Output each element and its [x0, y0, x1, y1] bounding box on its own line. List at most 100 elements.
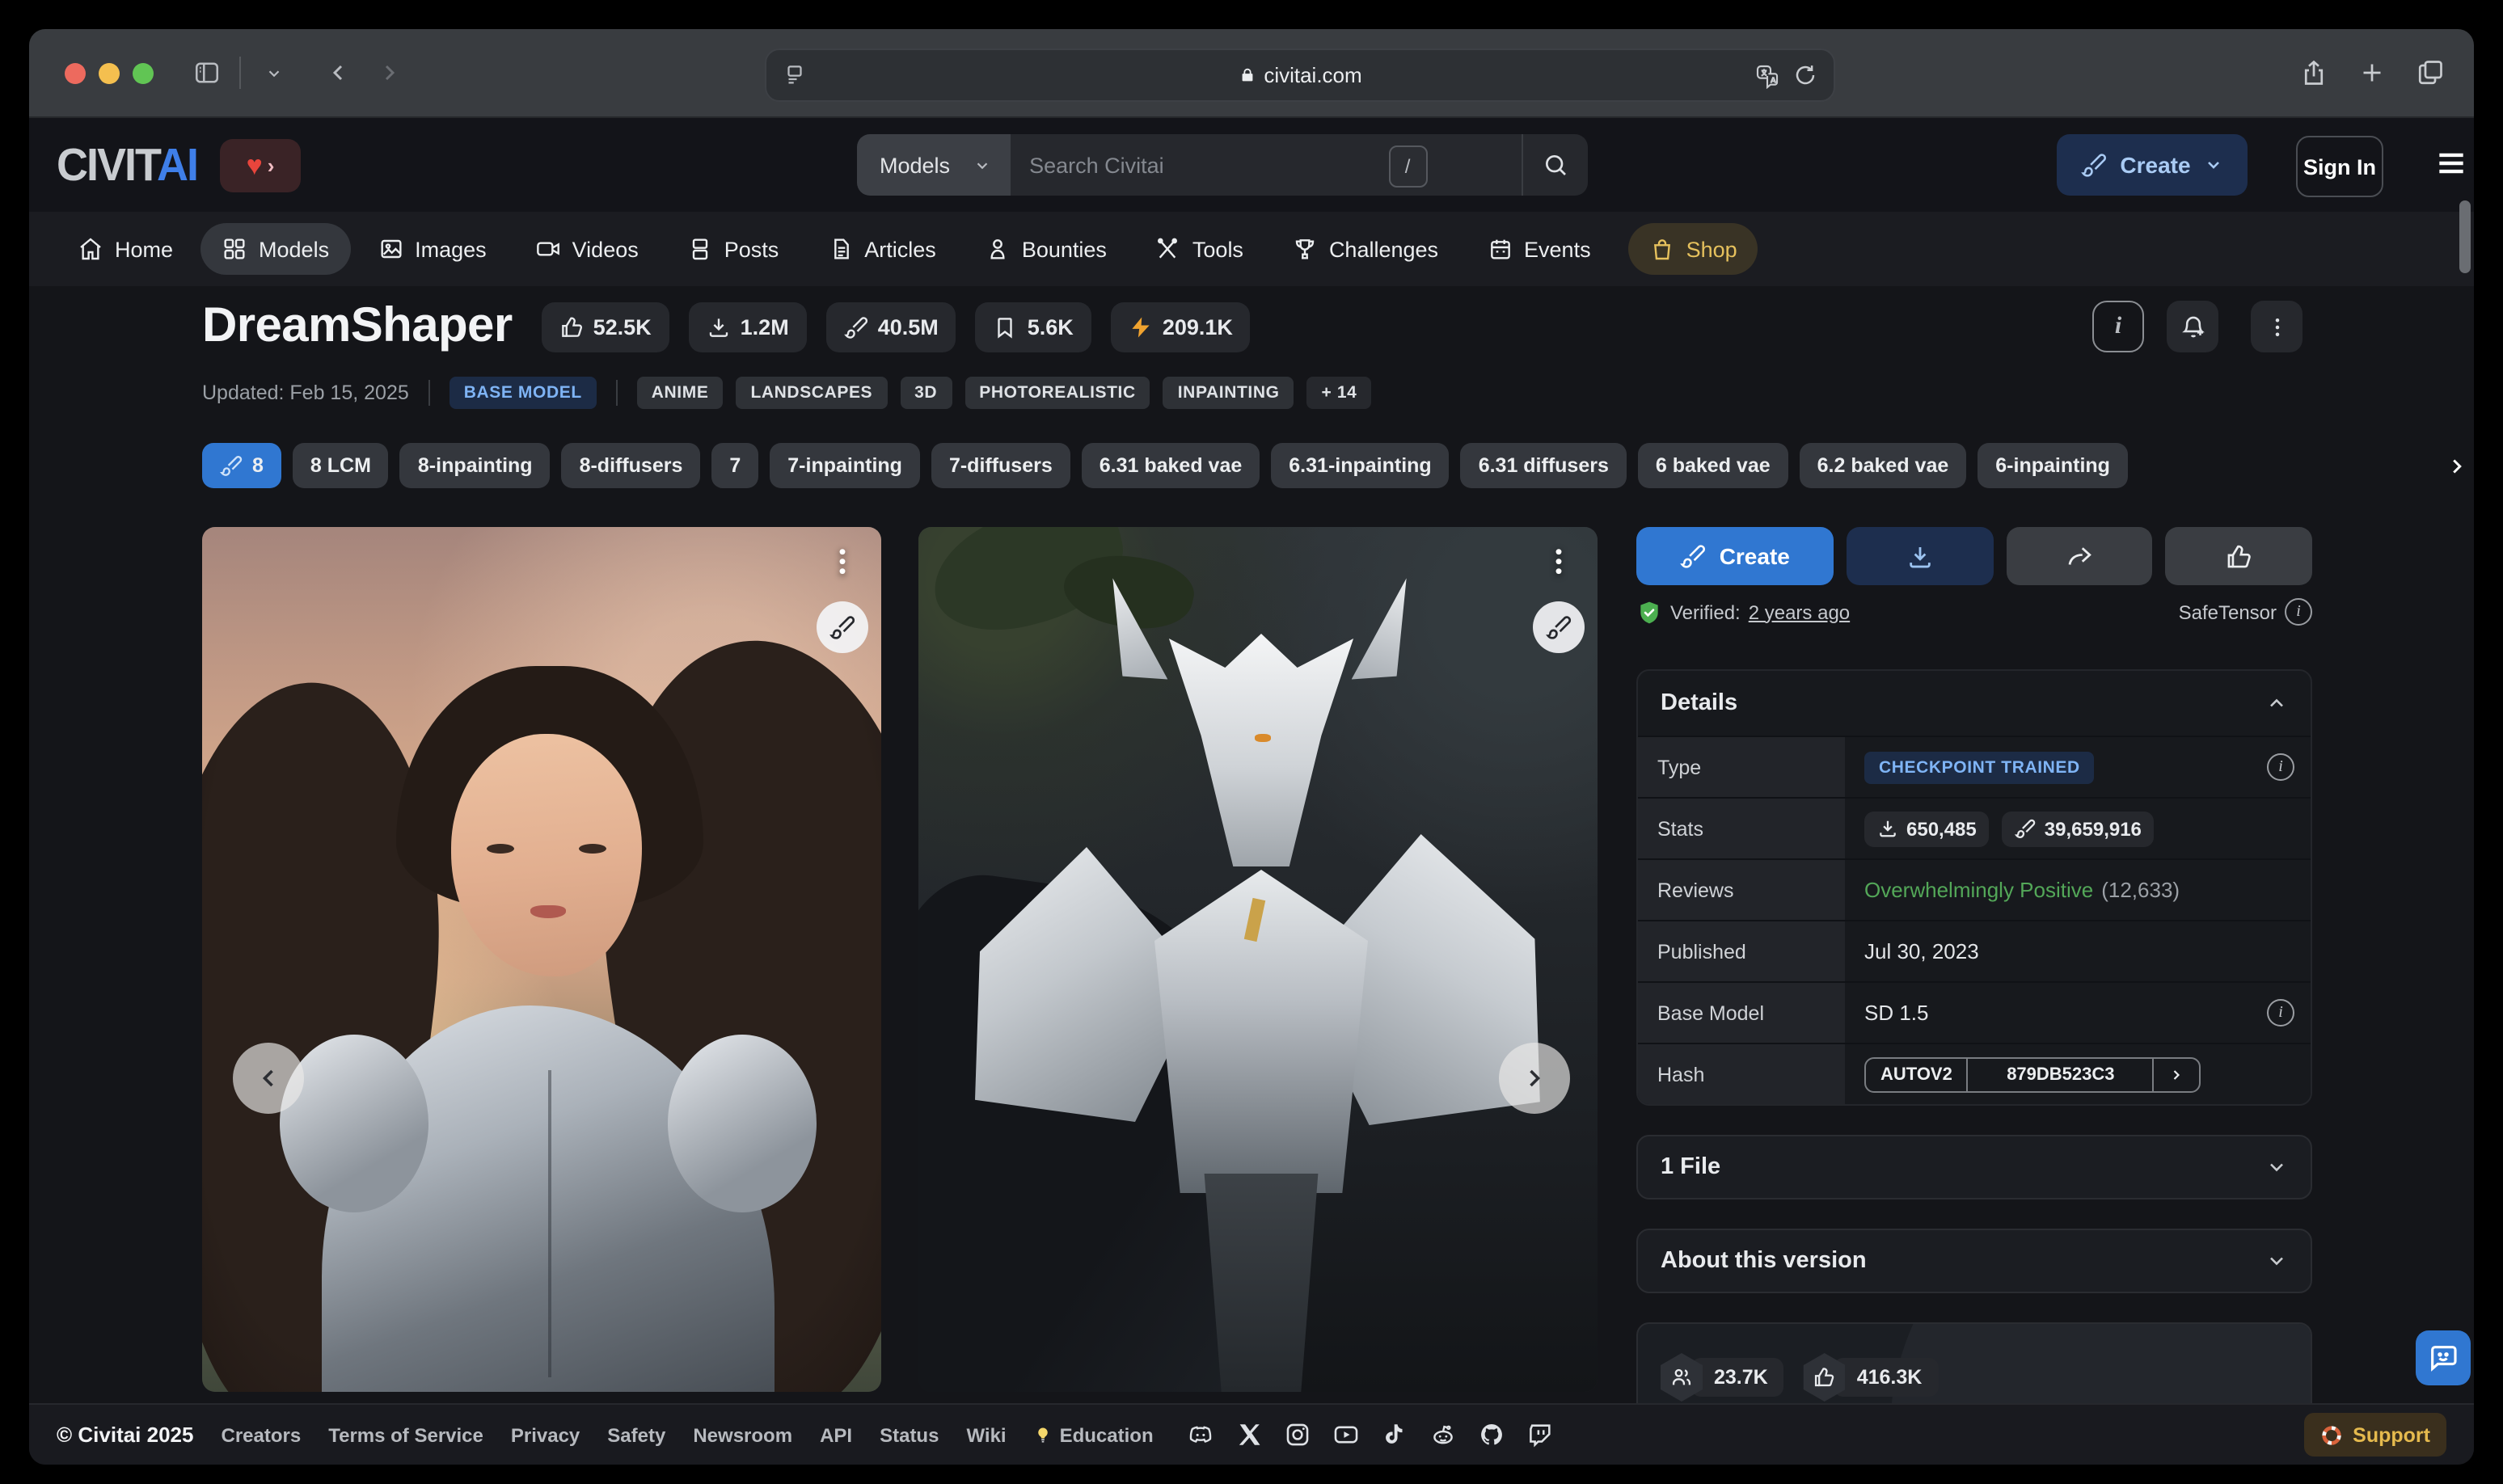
address-bar[interactable]: civitai.com — [765, 48, 1835, 102]
download-model-button[interactable] — [1847, 527, 1994, 585]
reviews-rating-link[interactable]: Overwhelmingly Positive — [1864, 878, 2093, 902]
version-tab[interactable]: 7-inpainting — [770, 443, 920, 488]
discord-icon[interactable] — [1188, 1421, 1215, 1448]
tiktok-icon[interactable] — [1382, 1421, 1409, 1448]
footer-link-privacy[interactable]: Privacy — [511, 1423, 580, 1446]
version-tab[interactable]: 6.31 baked vae — [1082, 443, 1260, 488]
footer-link-safety[interactable]: Safety — [607, 1423, 665, 1446]
version-tab-active[interactable]: 8 — [202, 443, 281, 488]
search-category-select[interactable]: Models — [857, 134, 1010, 196]
nav-item-tools[interactable]: Tools — [1134, 223, 1264, 275]
footer-link-terms[interactable]: Terms of Service — [328, 1423, 483, 1446]
version-tab[interactable]: 6.31 diffusers — [1461, 443, 1627, 488]
footer-link-api[interactable]: API — [820, 1423, 852, 1446]
type-info-icon[interactable]: i — [2267, 753, 2294, 781]
search-button[interactable] — [1521, 134, 1587, 196]
sidebar-toggle-icon[interactable] — [183, 48, 231, 97]
supporter-badge-button[interactable]: ♥ › — [220, 138, 301, 192]
zoom-window-button[interactable] — [133, 62, 154, 83]
forward-button[interactable] — [365, 48, 414, 97]
header-create-button[interactable]: Create — [2057, 134, 2248, 196]
hash-expand-button[interactable] — [2153, 1058, 2200, 1090]
carousel-next-button[interactable] — [1499, 1043, 1570, 1114]
github-icon[interactable] — [1479, 1421, 1506, 1448]
sign-in-button[interactable]: Sign In — [2296, 136, 2383, 197]
close-window-button[interactable] — [65, 62, 86, 83]
remix-image-button[interactable] — [817, 601, 868, 653]
version-tab[interactable]: 6 baked vae — [1638, 443, 1788, 488]
version-tab[interactable]: 7-diffusers — [931, 443, 1070, 488]
base-model-info-icon[interactable]: i — [2267, 999, 2294, 1027]
nav-item-events[interactable]: Events — [1466, 223, 1612, 275]
civitai-logo[interactable]: CIVITAI — [57, 138, 197, 191]
nav-item-challenges[interactable]: Challenges — [1271, 223, 1459, 275]
tag-anime[interactable]: ANIME — [637, 377, 724, 409]
version-tabs-scroll-next[interactable] — [2400, 443, 2474, 488]
about-version-section[interactable]: About this version — [1636, 1229, 2312, 1293]
generations-stat[interactable]: 40.5M — [826, 301, 956, 352]
footer-link-status[interactable]: Status — [880, 1423, 939, 1446]
image-menu-button[interactable] — [1546, 543, 1572, 582]
tag-landscapes[interactable]: LANDSCAPES — [736, 377, 887, 409]
image-menu-button[interactable] — [829, 543, 855, 582]
nav-item-bounties[interactable]: Bounties — [964, 223, 1128, 275]
nav-item-models[interactable]: Models — [200, 223, 350, 275]
model-menu-button[interactable] — [2251, 301, 2303, 352]
x-icon[interactable] — [1236, 1421, 1264, 1448]
like-model-button[interactable] — [2166, 527, 2312, 585]
version-tab[interactable]: 8-diffusers — [562, 443, 701, 488]
search-input[interactable] — [1010, 134, 1521, 196]
remix-image-button[interactable] — [1533, 601, 1585, 653]
youtube-icon[interactable] — [1333, 1421, 1361, 1448]
back-button[interactable] — [314, 48, 362, 97]
details-header[interactable]: Details — [1638, 671, 2311, 736]
nav-item-posts[interactable]: Posts — [666, 223, 800, 275]
format-info-icon[interactable]: i — [2285, 598, 2312, 626]
files-section[interactable]: 1 File — [1636, 1135, 2312, 1199]
version-tab[interactable]: 8 LCM — [293, 443, 389, 488]
instagram-icon[interactable] — [1285, 1421, 1312, 1448]
version-tab[interactable]: 6-inpainting — [1977, 443, 2128, 488]
tag-base-model[interactable]: BASE MODEL — [450, 377, 597, 409]
new-tab-icon[interactable] — [2357, 58, 2387, 87]
chat-button[interactable] — [2416, 1330, 2471, 1385]
support-button[interactable]: Support — [2304, 1413, 2446, 1457]
model-info-button[interactable]: i — [2092, 301, 2144, 352]
footer-link-education[interactable]: Education — [1034, 1423, 1154, 1446]
likes-stat[interactable]: 52.5K — [542, 301, 669, 352]
hash-type[interactable]: AUTOV2 — [1866, 1058, 1967, 1090]
hash-control[interactable]: AUTOV2 879DB523C3 — [1864, 1056, 2201, 1092]
notify-button[interactable] — [2167, 301, 2218, 352]
create-with-model-button[interactable]: Create — [1636, 527, 1834, 585]
downloads-stat[interactable]: 1.2M — [689, 301, 807, 352]
version-tab[interactable]: 7 — [711, 443, 758, 488]
twitch-icon[interactable] — [1527, 1421, 1555, 1448]
version-tab[interactable]: 8-inpainting — [400, 443, 551, 488]
menu-button[interactable] — [2433, 145, 2469, 181]
scrollbar-thumb[interactable] — [2459, 200, 2471, 273]
tag-inpainting[interactable]: INPAINTING — [1163, 377, 1294, 409]
nav-item-shop[interactable]: Shop — [1628, 223, 1758, 275]
tab-overview-icon[interactable] — [2416, 58, 2445, 87]
version-tab[interactable]: 6.2 baked vae — [1800, 443, 1967, 488]
version-tab[interactable]: 6.31-inpainting — [1271, 443, 1449, 488]
share-page-icon[interactable] — [2299, 58, 2328, 87]
verified-time-link[interactable]: 2 years ago — [1749, 601, 1850, 623]
footer-link-creators[interactable]: Creators — [222, 1423, 302, 1446]
hash-value[interactable]: 879DB523C3 — [1967, 1058, 2153, 1090]
reddit-icon[interactable] — [1430, 1421, 1458, 1448]
minimize-window-button[interactable] — [99, 62, 120, 83]
bookmarks-stat[interactable]: 5.6K — [976, 301, 1091, 352]
nav-item-videos[interactable]: Videos — [514, 223, 660, 275]
nav-item-images[interactable]: Images — [357, 223, 508, 275]
nav-item-home[interactable]: Home — [57, 223, 194, 275]
more-tags-button[interactable]: + 14 — [1307, 377, 1372, 409]
tag-photorealistic[interactable]: PHOTOREALISTIC — [964, 377, 1150, 409]
gallery-image-mecha[interactable] — [918, 527, 1598, 1392]
tag-3d[interactable]: 3D — [900, 377, 952, 409]
nav-item-articles[interactable]: Articles — [806, 223, 957, 275]
footer-link-newsroom[interactable]: Newsroom — [693, 1423, 792, 1446]
share-model-button[interactable] — [2007, 527, 2153, 585]
footer-link-wiki[interactable]: Wiki — [966, 1423, 1006, 1446]
tab-group-chevron-icon[interactable] — [249, 48, 298, 97]
